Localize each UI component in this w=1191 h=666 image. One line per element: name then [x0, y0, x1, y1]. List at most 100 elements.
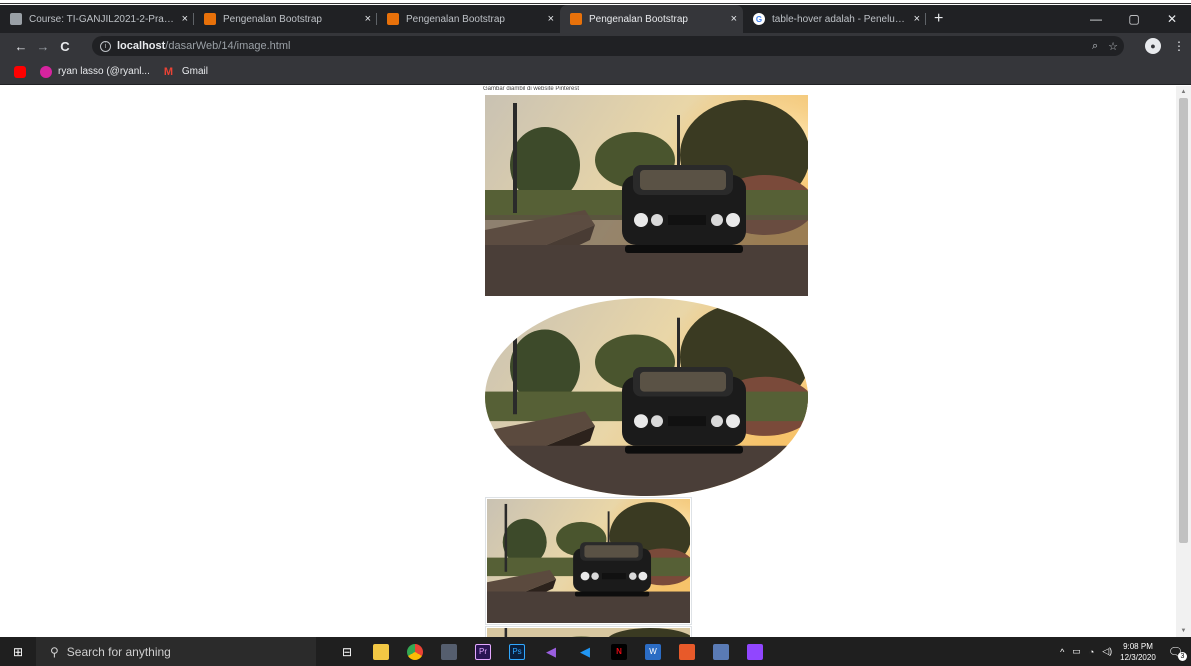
instagram-icon — [40, 65, 52, 78]
moodle-icon — [10, 13, 22, 25]
close-icon[interactable]: × — [731, 13, 737, 25]
tab-pengenalan-1[interactable]: Pengenalan Bootstrap × — [194, 5, 377, 33]
site-info-icon[interactable]: i — [100, 40, 111, 52]
taskbar-search[interactable]: ⚲ Search for anything — [36, 637, 316, 666]
photoshop-icon[interactable]: Ps — [500, 637, 534, 666]
app-icon[interactable] — [432, 637, 466, 666]
close-icon[interactable]: × — [548, 13, 554, 25]
maximize-button[interactable]: ▢ — [1115, 5, 1153, 33]
close-icon[interactable]: × — [914, 13, 920, 25]
windows-start-icon[interactable]: ⊞ — [0, 637, 36, 666]
app-glyph — [373, 643, 389, 660]
word-icon[interactable]: W — [636, 637, 670, 666]
profile-avatar[interactable]: ● — [1145, 38, 1161, 54]
chevron-up-icon[interactable]: ^ — [1060, 647, 1064, 657]
tab-title: Course: TI-GANJIL2021-2-Praktik — [29, 13, 176, 25]
bookmark-gmail[interactable]: M Gmail — [164, 66, 208, 78]
file-explorer-icon[interactable] — [364, 637, 398, 666]
scroll-up-icon[interactable]: ▲ — [1176, 86, 1191, 98]
google-icon: G — [753, 13, 765, 25]
toolbar-right: ● ⋮ — [1145, 33, 1185, 59]
tab-strip: Course: TI-GANJIL2021-2-Praktik × Pengen… — [0, 5, 1191, 33]
html-file-icon — [204, 13, 216, 25]
tab-pengenalan-2[interactable]: Pengenalan Bootstrap × — [377, 5, 560, 33]
html-file-icon — [570, 13, 582, 25]
window-controls: — ▢ ✕ — [1077, 5, 1191, 33]
forward-button[interactable]: → — [32, 39, 54, 54]
car-image-rect — [485, 95, 808, 296]
app-glyph — [679, 643, 695, 660]
network-icon[interactable]: ◔ — [1089, 647, 1094, 657]
zoom-icon[interactable]: ⌕ — [1092, 40, 1098, 53]
tab-pengenalan-active[interactable]: Pengenalan Bootstrap × — [560, 5, 743, 33]
app-glyph — [747, 643, 763, 660]
office-icon[interactable] — [670, 637, 704, 666]
new-tab-button[interactable]: + — [934, 10, 943, 28]
system-tray: ^ ▭ ◔ ◁) 9:08 PM 12/3/2020 🗨 3 — [1060, 637, 1191, 666]
html-file-icon — [387, 13, 399, 25]
vscode-icon[interactable]: ◀ — [568, 637, 602, 666]
tab-title: table-hover adalah - Penelusuran — [772, 13, 908, 25]
bookmark-instagram[interactable]: ryan lasso (@ryanl... — [40, 65, 150, 78]
app-glyph: N — [611, 643, 627, 660]
volume-icon[interactable]: ◁) — [1102, 646, 1112, 657]
chrome-icon[interactable] — [398, 637, 432, 666]
close-icon[interactable]: × — [182, 13, 188, 25]
app-glyph: W — [645, 643, 661, 660]
address-actions: ⌕ ☆ — [1092, 36, 1118, 56]
car-photo — [485, 95, 808, 296]
app-glyph — [407, 643, 423, 660]
notification-icon[interactable]: 🗨 3 — [1168, 645, 1187, 661]
netflix-icon[interactable]: N — [602, 637, 636, 666]
twitch-icon[interactable] — [738, 637, 772, 666]
reload-button[interactable]: C — [54, 39, 76, 54]
premiere-icon[interactable]: Pr — [466, 637, 500, 666]
taskbar-apps: ⊟ Pr Ps ◀ ◀ N W — [330, 637, 772, 666]
car-photo — [487, 628, 690, 637]
bookmark-label: ryan lasso (@ryanl... — [58, 66, 150, 77]
minimize-button[interactable]: — — [1077, 5, 1115, 33]
tab-google-search[interactable]: G table-hover adalah - Penelusuran × — [743, 5, 926, 33]
bookmark-label: Gmail — [181, 66, 208, 77]
back-button[interactable]: ← — [10, 39, 32, 54]
task-view-icon[interactable]: ⊟ — [330, 637, 364, 666]
scrollbar-thumb[interactable] — [1179, 98, 1188, 543]
browser-toolbar: ← → C i localhost/dasarWeb/14/image.html… — [0, 33, 1191, 59]
close-icon[interactable]: × — [365, 13, 371, 25]
tab-course[interactable]: Course: TI-GANJIL2021-2-Praktik × — [0, 5, 194, 33]
tab-separator — [925, 13, 926, 25]
clock[interactable]: 9:08 PM 12/3/2020 — [1120, 641, 1156, 663]
app-glyph: Ps — [509, 643, 525, 660]
windows-taskbar: ⊞ ⚲ Search for anything ⊟ Pr Ps ◀ ◀ N W … — [0, 637, 1191, 666]
car-image-thumbnail — [485, 497, 692, 625]
address-bar[interactable]: i localhost/dasarWeb/14/image.html ⌕ ☆ — [92, 36, 1124, 56]
app-glyph: ◀ — [546, 643, 556, 659]
menu-icon[interactable]: ⋮ — [1173, 39, 1185, 53]
page-viewport: Gambar diambil di website Pinterest — [0, 86, 1191, 637]
gmail-icon: M — [163, 65, 174, 78]
search-icon: ⚲ — [50, 644, 59, 659]
battery-icon[interactable]: ▭ — [1072, 646, 1081, 657]
app-glyph — [713, 643, 729, 660]
notification-count: 3 — [1178, 651, 1187, 661]
image-caption: Gambar diambil di website Pinterest — [483, 86, 580, 92]
page-scrollbar[interactable]: ▲ ▼ — [1176, 86, 1191, 637]
address-path: /dasarWeb/14/image.html — [165, 40, 291, 52]
clock-date: 12/3/2020 — [1120, 652, 1156, 662]
tab-title: Pengenalan Bootstrap — [223, 13, 322, 25]
app-glyph: ⊟ — [341, 644, 353, 659]
app-glyph: Pr — [475, 643, 491, 660]
youtube-icon — [14, 65, 26, 78]
bookmarks-bar: ryan lasso (@ryanl... M Gmail — [0, 59, 1191, 85]
star-icon[interactable]: ☆ — [1108, 40, 1118, 53]
tab-title: Pengenalan Bootstrap — [406, 13, 505, 25]
bookmark-youtube[interactable] — [14, 65, 26, 78]
car-photo — [487, 499, 690, 623]
scroll-down-icon[interactable]: ▼ — [1176, 625, 1191, 637]
address-host: localhost — [117, 40, 166, 52]
app-badge-icon[interactable] — [704, 637, 738, 666]
search-placeholder: Search for anything — [66, 644, 171, 659]
car-image-partial — [485, 626, 692, 637]
close-window-button[interactable]: ✕ — [1153, 5, 1191, 33]
visual-studio-icon[interactable]: ◀ — [534, 637, 568, 666]
